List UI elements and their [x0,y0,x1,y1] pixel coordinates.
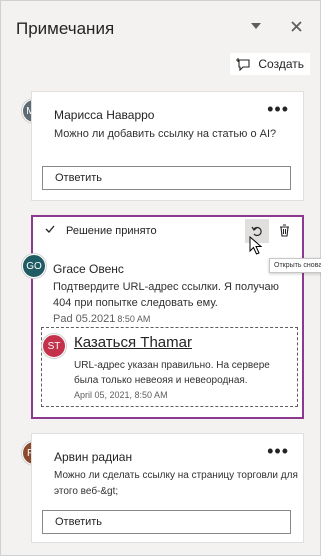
more-options-button[interactable]: ••• [267,442,289,460]
comment-card[interactable]: Арвин радиан ••• Можно ли сделать ссылку… [31,433,304,543]
checkmark-icon [45,225,55,233]
comment-author: Арвин радиан [54,450,133,464]
resolved-comment-card[interactable]: Решение принято Grace Овенс Подтвердите … [31,215,304,419]
pane-title: Примечания [16,19,115,38]
delete-icon[interactable] [279,224,290,237]
reply-author: Казаться Thamar [74,334,192,351]
comment-author: Марисса Наварро [54,108,155,122]
close-icon[interactable] [285,15,307,37]
reply-input[interactable]: Ответить [42,166,291,190]
more-options-button[interactable]: ••• [267,100,289,118]
comment-card[interactable]: Марисса Наварро ••• Можно ли добавить сс… [31,91,304,201]
comment-text: Можно ли сделать ссылку на страницу торг… [54,470,298,497]
reply-avatar: ST [42,334,66,358]
reply-input[interactable]: Ответить [42,510,291,534]
comment-text: Подтвердите URL-адрес ссылки. Я получаю … [53,281,279,309]
new-comment-button[interactable]: Создать [230,53,310,75]
resolved-label: Решение принято [66,225,157,237]
comment-text: Можно ли добавить ссылку на статью о AI? [54,128,277,140]
avatar: GO [22,254,46,278]
tooltip: Открыть снова [269,258,321,273]
reply-thread: Казаться Thamar URL-адрес указан правиль… [41,327,298,407]
comment-date: Pad 05.2021 8:50 AM [53,313,151,325]
comment-author: Grace Овенс [53,262,124,276]
cursor-icon [249,236,263,256]
reply-date: April 05, 2021, 8:50 AM [74,390,168,400]
new-comment-label: Создать [258,57,304,71]
dropdown-icon[interactable] [245,15,267,37]
reply-text: URL-адрес указан правильно. На сервере б… [74,360,270,386]
new-comment-icon [236,57,252,71]
pane-header: Примечания Создать [1,1,320,81]
